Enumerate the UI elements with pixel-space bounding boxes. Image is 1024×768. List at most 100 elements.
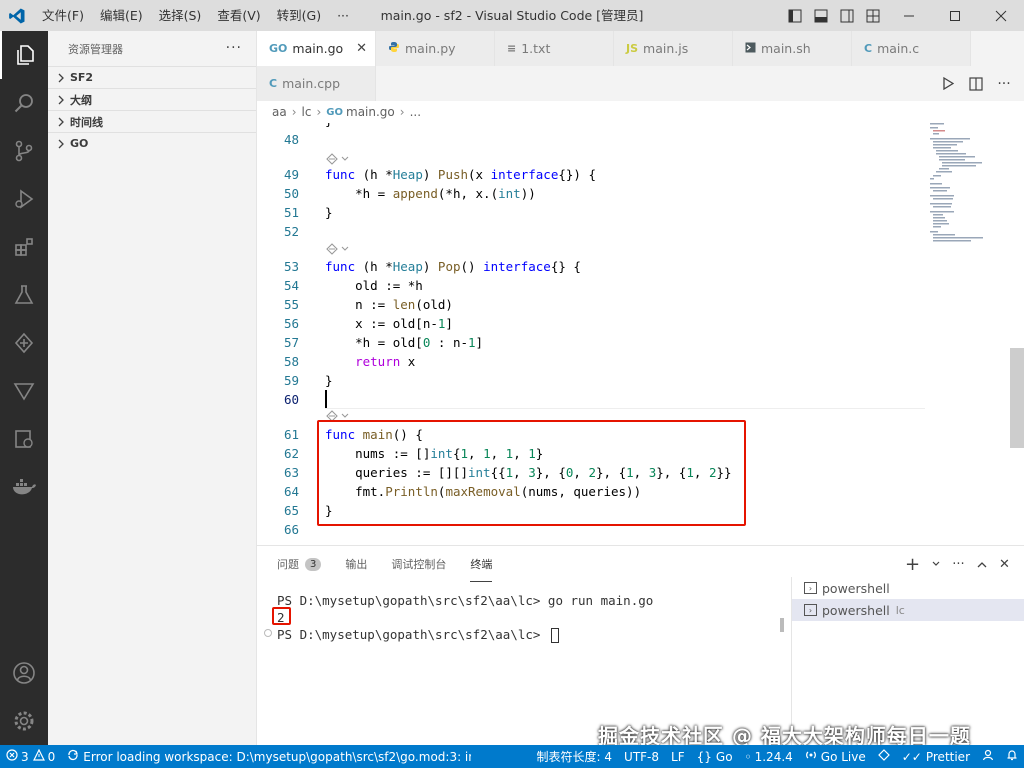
- language-mode-status[interactable]: {} Go: [691, 745, 739, 768]
- chevron-down-icon[interactable]: [924, 552, 947, 576]
- terminal-prompt[interactable]: PS D:\mysetup\gopath\src\sf2\aa\lc>: [277, 626, 559, 643]
- minimize-icon[interactable]: [886, 0, 932, 31]
- breadcrumb-item-lc[interactable]: lc: [302, 105, 312, 119]
- more-panel-actions-icon[interactable]: ···: [947, 552, 970, 576]
- customize-layout-icon[interactable]: [860, 0, 886, 31]
- codeium-icon[interactable]: [0, 319, 48, 367]
- codeium-status[interactable]: [872, 745, 896, 768]
- problems-status[interactable]: 3 0: [0, 745, 61, 768]
- codelens-actions[interactable]: [325, 241, 351, 257]
- tab-label: main.js: [643, 41, 689, 56]
- split-editor-icon[interactable]: [962, 72, 990, 96]
- window-controls: [886, 0, 1024, 31]
- tab-main-py[interactable]: main.py: [376, 31, 495, 66]
- eol-status[interactable]: LF: [665, 745, 691, 768]
- menu-more[interactable]: ···: [329, 0, 357, 31]
- source-control-icon[interactable]: [0, 127, 48, 175]
- tab-terminal[interactable]: 终端: [470, 546, 493, 582]
- section-sf2[interactable]: SF2: [48, 66, 256, 88]
- tab-size-status[interactable]: 制表符长度: 4: [531, 745, 619, 768]
- encoding-status[interactable]: UTF-8: [618, 745, 665, 768]
- docker-icon[interactable]: [0, 463, 48, 511]
- toggle-secondary-sidebar-icon[interactable]: [834, 0, 860, 31]
- tab-label: 输出: [345, 558, 368, 571]
- tab-main-go[interactable]: GO main.go ✕: [257, 31, 376, 66]
- search-icon[interactable]: [0, 79, 48, 127]
- error-count: 3: [21, 749, 29, 764]
- section-label: GO: [70, 137, 89, 150]
- tab-output[interactable]: 输出: [345, 546, 367, 582]
- close-tab-icon[interactable]: ✕: [356, 41, 367, 56]
- minimap[interactable]: [925, 123, 1010, 545]
- close-window-icon[interactable]: [978, 0, 1024, 31]
- more-actions-icon[interactable]: ···: [226, 40, 242, 56]
- menu-edit[interactable]: 编辑(E): [92, 0, 151, 31]
- chevron-right-icon: ›: [291, 105, 297, 119]
- terminal-scrollbar[interactable]: [780, 618, 784, 632]
- section-go[interactable]: GO: [48, 132, 256, 154]
- workspace-status[interactable]: Error loading workspace: D:\mysetup\gopa…: [61, 745, 471, 768]
- command-decoration-icon[interactable]: [264, 629, 272, 637]
- line-number: 56: [283, 316, 299, 331]
- chevron-right-icon: [54, 139, 68, 149]
- new-terminal-plus-icon[interactable]: +: [901, 552, 924, 576]
- tab-1-txt[interactable]: ≡ 1.txt: [495, 31, 614, 66]
- code-line: func (h *Heap) Pop() interface{} {: [325, 259, 581, 274]
- notifications-status[interactable]: [1000, 745, 1024, 768]
- accounts-status[interactable]: [976, 745, 1000, 768]
- tab-label: 调试控制台: [391, 558, 447, 571]
- settings-gear-icon[interactable]: [0, 697, 48, 745]
- tab-debug-console[interactable]: 调试控制台: [391, 546, 446, 582]
- current-line-highlight: [325, 408, 925, 409]
- run-file-icon[interactable]: [934, 72, 962, 96]
- breadcrumb-item-symbols[interactable]: ...: [410, 105, 421, 119]
- codeium-status-icon: [877, 749, 890, 764]
- status-bar: 3 0 Error loading workspace: D:\mysetup\…: [0, 745, 1024, 768]
- c-file-icon: C: [864, 42, 873, 55]
- menu-selection[interactable]: 选择(S): [151, 0, 210, 31]
- tab-main-sh[interactable]: main.sh: [733, 31, 852, 66]
- section-timeline[interactable]: 时间线: [48, 110, 256, 132]
- layout-controls: [782, 0, 886, 31]
- menu-go[interactable]: 转到(G): [269, 0, 329, 31]
- status-bar-right: 制表符长度: 4 UTF-8 LF {} Go ◦ 1.24.4 Go Live ✓…: [531, 745, 1024, 768]
- editor-tabs: GO main.go ✕ main.py ≡ 1.txt JS main.js …: [257, 31, 1024, 101]
- maximize-panel-icon[interactable]: [970, 552, 993, 576]
- more-editor-actions-icon[interactable]: ···: [990, 72, 1018, 96]
- close-panel-icon[interactable]: ✕: [993, 552, 1016, 576]
- line-number: 66: [283, 522, 299, 537]
- menu-file[interactable]: 文件(F): [34, 0, 92, 31]
- run-debug-icon[interactable]: [0, 175, 48, 223]
- line-number: 53: [283, 259, 299, 274]
- go-live-status[interactable]: Go Live: [799, 745, 872, 768]
- testing-icon[interactable]: [0, 271, 48, 319]
- go-file-icon: GO: [326, 106, 343, 118]
- menu-view[interactable]: 查看(V): [209, 0, 268, 31]
- tab-main-cpp[interactable]: C main.cpp: [257, 66, 376, 101]
- maximize-icon[interactable]: [932, 0, 978, 31]
- account-icon[interactable]: [0, 649, 48, 697]
- toggle-panel-icon[interactable]: [808, 0, 834, 31]
- extensions-icon[interactable]: [0, 223, 48, 271]
- terminal-item-powershell-lc[interactable]: › powershell lc: [792, 599, 1024, 621]
- tab-main-js[interactable]: JS main.js: [614, 31, 733, 66]
- section-label: 大纲: [70, 93, 92, 107]
- triangle-extension-icon[interactable]: [0, 367, 48, 415]
- prettier-status[interactable]: ✓✓ Prettier: [896, 745, 976, 768]
- remote-explorer-icon[interactable]: [0, 415, 48, 463]
- tab-label: 终端: [470, 557, 493, 571]
- tab-problems[interactable]: 问题 3: [277, 546, 322, 582]
- code-line: x := old[n-1]: [325, 316, 453, 331]
- section-outline[interactable]: 大纲: [48, 88, 256, 110]
- explorer-icon[interactable]: [0, 31, 48, 79]
- prettier-label: Prettier: [925, 749, 970, 764]
- activity-bar: [0, 31, 48, 745]
- breadcrumb-item-aa[interactable]: aa: [272, 105, 287, 119]
- language-label: Go: [715, 749, 733, 764]
- terminal-item-powershell[interactable]: › powershell: [792, 577, 1024, 599]
- go-version-status[interactable]: ◦ 1.24.4: [739, 745, 799, 768]
- editor-scrollbar-thumb[interactable]: [1010, 348, 1024, 448]
- breadcrumb-item-main-go[interactable]: main.go: [346, 105, 395, 119]
- tab-main-c[interactable]: C main.c: [852, 31, 971, 66]
- toggle-sidebar-icon[interactable]: [782, 0, 808, 31]
